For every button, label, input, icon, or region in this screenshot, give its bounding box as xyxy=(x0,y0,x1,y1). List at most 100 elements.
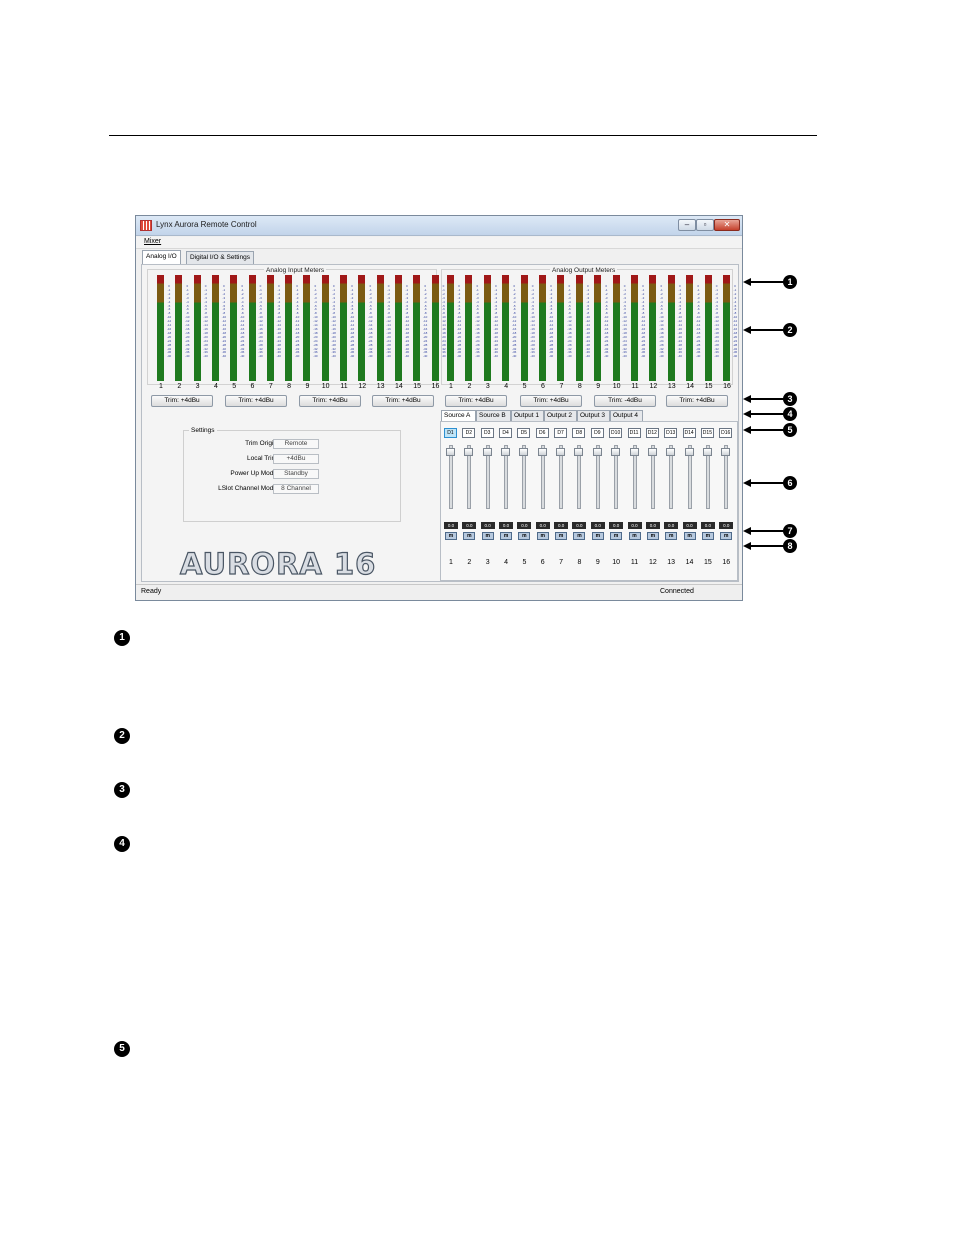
meter-scale-tick: -40 xyxy=(512,354,517,359)
mute-button[interactable]: m xyxy=(518,532,531,540)
gain-readout: 0.0 xyxy=(499,522,514,529)
fader-handle[interactable] xyxy=(464,447,474,456)
fader-handle[interactable] xyxy=(629,447,639,456)
meter-channel-label: 14 xyxy=(394,383,403,390)
gain-readout: 0.0 xyxy=(627,522,642,529)
mute-button[interactable]: m xyxy=(536,532,549,540)
fader-handle[interactable] xyxy=(721,447,731,456)
meter-channel-label: 6 xyxy=(541,383,545,390)
source-select-button[interactable]: D10 xyxy=(609,428,623,438)
mute-button[interactable]: m xyxy=(445,532,457,540)
fader-handle[interactable] xyxy=(592,447,602,456)
fader-handle[interactable] xyxy=(684,447,694,456)
mute-button[interactable]: m xyxy=(463,532,476,540)
fader-handle[interactable] xyxy=(702,447,712,456)
gain-readout: 0.0 xyxy=(444,522,458,529)
meter-scale-tick: -40 xyxy=(732,354,738,359)
source-select-button[interactable]: D14 xyxy=(682,428,696,438)
source-select-button[interactable]: D5 xyxy=(517,428,531,438)
trim-button[interactable]: Trim: +4dBu xyxy=(225,395,287,407)
trim-button[interactable]: Trim: +4dBu xyxy=(666,395,728,407)
mute-button[interactable]: m xyxy=(573,532,586,540)
mute-button[interactable]: m xyxy=(610,532,623,540)
source-select-button[interactable]: D13 xyxy=(664,428,678,438)
meter-scale: 0 -1 -2 -3 -4 -5 -6 -8 -10 -12 -14 -16 -18 -20 -24 -28-… xyxy=(404,285,410,379)
tab-digital-io-settings[interactable]: Digital I/O & Settings xyxy=(186,251,254,264)
fader-handle[interactable] xyxy=(519,447,529,456)
trim-button[interactable]: Trim: +4dBu xyxy=(299,395,361,407)
fader-handle[interactable] xyxy=(537,447,547,456)
tab-output-2[interactable]: Output 2 xyxy=(544,410,577,421)
mute-button[interactable]: m xyxy=(591,532,604,540)
menu-mixer[interactable]: Mixer xyxy=(144,238,161,245)
source-select-button[interactable]: D7 xyxy=(554,428,568,438)
tab-output-4[interactable]: Output 4 xyxy=(610,410,643,421)
mute-button[interactable]: m xyxy=(665,532,678,540)
meter-bar xyxy=(723,275,730,381)
fader-handle[interactable] xyxy=(666,447,676,456)
source-select-button[interactable]: D16 xyxy=(719,428,733,438)
callout-number-7: 7 xyxy=(783,524,797,538)
meter-bar xyxy=(612,275,620,381)
callout-arrow-line xyxy=(746,398,784,400)
meter-bar xyxy=(230,275,238,381)
tab-source-b[interactable]: Source B xyxy=(476,410,511,421)
local-trim-label: Local Trim xyxy=(247,455,277,462)
fader-handle[interactable] xyxy=(611,447,621,456)
status-text: Ready xyxy=(141,588,162,595)
meter-scale: 0 -1 -2 -3 -4 -5 -6 -8 -10 -12 -14 -16 -18 -20 -24 -28-… xyxy=(184,285,190,379)
meter-scale-tick: -40 xyxy=(313,354,318,359)
trim-button[interactable]: Trim: +4dBu xyxy=(520,395,582,407)
mute-button[interactable]: m xyxy=(720,532,733,540)
source-select-button[interactable]: D6 xyxy=(535,428,549,438)
trim-button[interactable]: Trim: +4dBu xyxy=(372,395,434,407)
meter-scale: 0 -1 -2 -3 -4 -5 -6 -8 -10 -12 -14 -16 -18 -20 -24 -28-… xyxy=(640,285,646,379)
tab-output-1[interactable]: Output 1 xyxy=(511,410,544,421)
meter-channel-label: 14 xyxy=(686,383,695,390)
gain-readout: 0.0 xyxy=(517,522,532,529)
source-select-button[interactable]: D12 xyxy=(645,428,659,438)
note-marker-4: 4 xyxy=(114,836,130,852)
source-select-button[interactable]: D1 xyxy=(444,428,457,438)
mute-button[interactable]: m xyxy=(481,532,494,540)
strip-number: 7 xyxy=(559,559,564,566)
meter-scale-tick: -40 xyxy=(530,354,535,359)
tab-source-a[interactable]: Source A xyxy=(441,410,476,421)
fader-handle[interactable] xyxy=(574,447,584,456)
close-button[interactable]: ✕ xyxy=(714,219,740,231)
trim-button[interactable]: Trim: -4dBu xyxy=(594,395,656,407)
strip-number: 15 xyxy=(703,559,712,566)
callout-arrow-line xyxy=(746,530,784,532)
mute-button[interactable]: m xyxy=(683,532,696,540)
minimize-button[interactable]: – xyxy=(678,219,696,231)
source-select-button[interactable]: D2 xyxy=(462,428,476,438)
meter-bar xyxy=(266,275,274,381)
trim-button[interactable]: Trim: +4dBu xyxy=(151,395,213,407)
menu-bar: Mixer xyxy=(136,237,742,249)
fader-handle[interactable] xyxy=(647,447,657,456)
trim-button[interactable]: Trim: +4dBu xyxy=(445,395,507,407)
meter-scale: 0 -1 -2 -3 -4 -5 -6 -8 -10 -12 -14 -16 -18 -20 -24 -28-… xyxy=(677,285,683,379)
maximize-button[interactable]: ▫ xyxy=(696,219,714,231)
fader-handle[interactable] xyxy=(446,447,455,456)
source-select-button[interactable]: D8 xyxy=(572,428,586,438)
callout-arrow-head xyxy=(743,278,751,286)
mute-button[interactable]: m xyxy=(628,532,641,540)
meter-channel-label: 8 xyxy=(287,383,292,390)
meter-scale-tick: -40 xyxy=(294,354,300,359)
tab-analog-io[interactable]: Analog I/O xyxy=(142,250,181,264)
tab-output-3[interactable]: Output 3 xyxy=(577,410,610,421)
mute-button[interactable]: m xyxy=(646,532,659,540)
source-select-button[interactable]: D15 xyxy=(700,428,714,438)
source-select-button[interactable]: D11 xyxy=(627,428,641,438)
mute-button[interactable]: m xyxy=(555,532,568,540)
callout-arrow-head xyxy=(743,527,751,535)
source-select-button[interactable]: D9 xyxy=(590,428,604,438)
mute-button[interactable]: m xyxy=(701,532,714,540)
source-select-button[interactable]: D3 xyxy=(480,428,494,438)
fader-handle[interactable] xyxy=(501,447,511,456)
fader-handle[interactable] xyxy=(556,447,566,456)
mute-button[interactable]: m xyxy=(500,532,513,540)
source-select-button[interactable]: D4 xyxy=(499,428,513,438)
fader-handle[interactable] xyxy=(482,447,492,456)
